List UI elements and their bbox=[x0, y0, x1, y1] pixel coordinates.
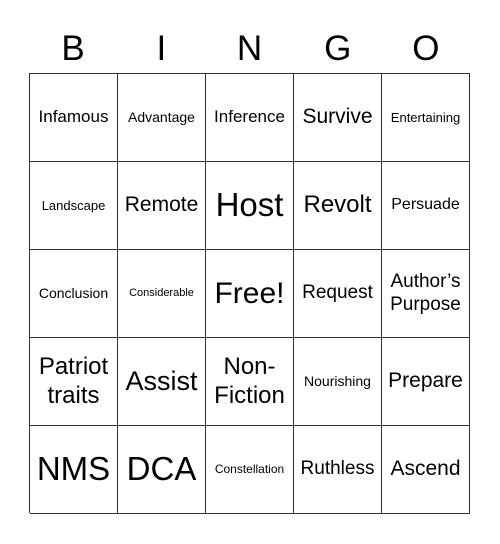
bingo-cell[interactable]: Infamous bbox=[30, 74, 118, 162]
header-letter-n: N bbox=[236, 29, 263, 68]
header-letter-b: B bbox=[61, 29, 85, 68]
bingo-cell[interactable]: Entertaining bbox=[382, 74, 470, 162]
bingo-cell[interactable]: Request bbox=[294, 250, 382, 338]
cell-line: traits bbox=[47, 381, 100, 409]
bingo-cell[interactable]: Conclusion bbox=[30, 250, 118, 338]
bingo-cell[interactable]: Prepare bbox=[382, 338, 470, 426]
cell-text: Patriot traits bbox=[39, 353, 108, 410]
cell-text: Author’s Purpose bbox=[390, 271, 461, 316]
header-letter-i: I bbox=[156, 29, 167, 68]
bingo-cell[interactable]: NMS bbox=[30, 426, 118, 514]
free-space-cell[interactable]: Free! bbox=[206, 250, 294, 338]
cell-line: Patriot bbox=[38, 353, 109, 381]
bingo-cell[interactable]: Assist bbox=[118, 338, 206, 426]
bingo-header: B I N G O bbox=[29, 26, 470, 72]
bingo-cell[interactable]: Ascend bbox=[382, 426, 470, 514]
header-letter-g: G bbox=[324, 29, 352, 68]
bingo-cell[interactable]: Ruthless bbox=[294, 426, 382, 514]
bingo-cell[interactable]: Advantage bbox=[118, 74, 206, 162]
bingo-cell[interactable]: Patriot traits bbox=[30, 338, 118, 426]
bingo-grid: Infamous Advantage Inference Survive Ent… bbox=[29, 73, 470, 514]
bingo-cell[interactable]: Landscape bbox=[30, 162, 118, 250]
cell-line: Purpose bbox=[390, 293, 461, 315]
cell-line: Non- bbox=[223, 353, 276, 381]
cell-text: Non- Fiction bbox=[214, 353, 285, 410]
bingo-cell[interactable]: Survive bbox=[294, 74, 382, 162]
bingo-cell[interactable]: Constellation bbox=[206, 426, 294, 514]
bingo-cell[interactable]: Nourishing bbox=[294, 338, 382, 426]
bingo-cell[interactable]: Considerable bbox=[118, 250, 206, 338]
bingo-cell[interactable]: Author’s Purpose bbox=[382, 250, 470, 338]
cell-line: Fiction bbox=[214, 381, 285, 409]
bingo-cell[interactable]: Remote bbox=[118, 162, 206, 250]
bingo-cell[interactable]: Revolt bbox=[294, 162, 382, 250]
bingo-cell[interactable]: Persuade bbox=[382, 162, 470, 250]
header-letter-o: O bbox=[412, 29, 440, 68]
cell-line: Author’s bbox=[390, 271, 461, 293]
bingo-cell[interactable]: Host bbox=[206, 162, 294, 250]
bingo-cell[interactable]: Non- Fiction bbox=[206, 338, 294, 426]
bingo-cell[interactable]: DCA bbox=[118, 426, 206, 514]
bingo-cell[interactable]: Inference bbox=[206, 74, 294, 162]
